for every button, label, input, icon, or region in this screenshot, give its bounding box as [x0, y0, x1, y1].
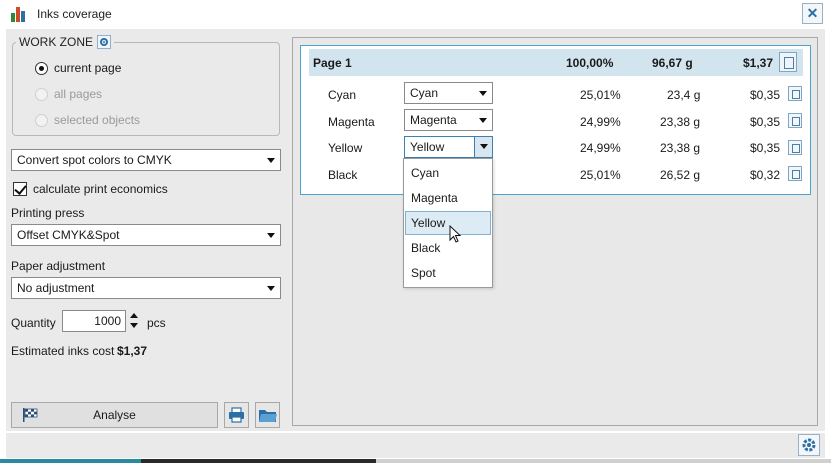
paper-adjustment-label: Paper adjustment — [11, 259, 106, 273]
ink-coverage: 25,01% — [580, 88, 621, 102]
copy-icon[interactable] — [788, 113, 802, 128]
radio-all-pages[interactable]: all pages — [35, 87, 102, 101]
printing-press-select[interactable]: Offset CMYK&Spot — [11, 224, 281, 246]
paper-adjustment-select-value: No adjustment — [17, 281, 95, 295]
analyse-button-label: Analyse — [93, 408, 136, 422]
ink-channel-select[interactable]: Cyan — [404, 82, 493, 104]
mouse-cursor-icon — [449, 225, 462, 243]
paper-adjustment-select[interactable]: No adjustment — [11, 277, 281, 299]
spin-down-icon[interactable] — [130, 323, 138, 328]
ink-weight: 23,38 g — [660, 141, 701, 155]
spin-up-icon[interactable] — [130, 313, 138, 318]
copy-icon[interactable] — [788, 86, 802, 101]
status-bar — [6, 433, 825, 458]
quantity-stepper[interactable] — [127, 310, 141, 332]
print-button[interactable] — [224, 402, 249, 428]
chevron-down-icon — [479, 91, 487, 96]
workzone-legend: WORK ZONE — [16, 35, 114, 49]
estimated-cost-label: Estimated inks cost — [11, 344, 115, 358]
printer-icon — [229, 407, 244, 423]
radio-label: selected objects — [54, 113, 141, 127]
dropdown-option[interactable]: Spot — [405, 261, 491, 285]
chevron-down-icon — [267, 286, 275, 291]
ink-channel-value: Yellow — [410, 140, 445, 154]
radio-current-page[interactable]: current page — [35, 61, 121, 75]
radio-label: all pages — [54, 87, 103, 101]
dark-strip — [141, 459, 376, 463]
dropdown-option[interactable]: Black — [405, 236, 491, 260]
ink-name: Black — [328, 168, 358, 182]
estimated-cost-value: $1,37 — [117, 344, 148, 358]
ink-channel-select-open[interactable]: Yellow — [404, 136, 493, 158]
dropdown-option[interactable]: Magenta — [405, 186, 491, 210]
ink-channel-value: Magenta — [410, 113, 457, 127]
bottom-strip — [0, 459, 831, 463]
workzone-legend-label: WORK ZONE — [19, 35, 93, 49]
copy-icon[interactable] — [788, 140, 802, 155]
conversion-select-value: Convert spot colors to CMYK — [17, 153, 172, 167]
page-weight: 96,67 g — [652, 56, 693, 70]
radio-label: current page — [54, 61, 122, 75]
dropdown-option-highlighted[interactable]: Yellow — [405, 211, 491, 235]
ink-weight: 26,52 g — [660, 168, 701, 182]
economics-checkbox[interactable] — [13, 182, 27, 196]
chart-icon — [11, 6, 27, 22]
quantity-label: Quantity — [11, 316, 56, 330]
ink-coverage: 25,01% — [580, 168, 621, 182]
copy-icon[interactable] — [788, 166, 802, 181]
ink-cost: $0,35 — [750, 88, 781, 102]
radio-selected-objects[interactable]: selected objects — [35, 113, 140, 127]
chevron-down-icon[interactable] — [474, 137, 492, 157]
quantity-unit: pcs — [147, 316, 166, 330]
chevron-down-icon — [267, 233, 275, 238]
ink-cost: $0,35 — [750, 141, 781, 155]
ink-channel-value: Cyan — [410, 86, 439, 100]
close-button[interactable]: ✕ — [802, 3, 823, 24]
accent-strip — [0, 459, 141, 463]
title-bar: Inks coverage ✕ — [0, 0, 831, 29]
gear-icon[interactable] — [97, 35, 111, 49]
ink-cost: $0,35 — [750, 115, 781, 129]
ink-name: Yellow — [328, 141, 363, 155]
radio-dot — [35, 61, 48, 75]
ink-name: Cyan — [328, 88, 357, 102]
ink-name: Magenta — [328, 115, 375, 129]
folder-icon — [259, 410, 277, 422]
printing-press-select-value: Offset CMYK&Spot — [17, 228, 120, 242]
analyse-button[interactable]: Analyse — [11, 402, 218, 428]
chevron-down-icon — [479, 118, 487, 123]
page-cost: $1,37 — [743, 56, 774, 70]
ink-weight: 23,38 g — [660, 115, 701, 129]
gear-icon — [802, 438, 816, 452]
ink-coverage: 24,99% — [580, 141, 621, 155]
ink-cost: $0,32 — [750, 168, 781, 182]
page-coverage: 100,00% — [566, 56, 614, 70]
printing-press-label: Printing press — [11, 206, 85, 220]
page-header-row: Page 1 100,00% 96,67 g $1,37 — [309, 49, 803, 76]
economics-checkbox-row[interactable]: calculate print economics — [13, 182, 168, 196]
copy-icon[interactable] — [779, 52, 797, 72]
window-title: Inks coverage — [37, 7, 112, 21]
open-folder-button[interactable] — [255, 402, 280, 428]
ink-coverage: 24,99% — [580, 115, 621, 129]
channel-dropdown-list: Cyan Magenta Yellow Black Spot — [403, 158, 493, 288]
economics-checkbox-label: calculate print economics — [33, 182, 168, 196]
page-name: Page 1 — [313, 56, 352, 70]
radio-dot — [35, 113, 48, 127]
quantity-input[interactable]: 1000 — [62, 310, 126, 332]
conversion-select[interactable]: Convert spot colors to CMYK — [11, 149, 281, 171]
flag-icon — [23, 408, 38, 422]
settings-button[interactable] — [798, 434, 820, 456]
chevron-down-icon — [267, 158, 275, 163]
ink-weight: 23,4 g — [667, 88, 701, 102]
ink-channel-select[interactable]: Magenta — [404, 109, 493, 131]
radio-dot — [35, 87, 48, 101]
dropdown-option[interactable]: Cyan — [405, 161, 491, 185]
